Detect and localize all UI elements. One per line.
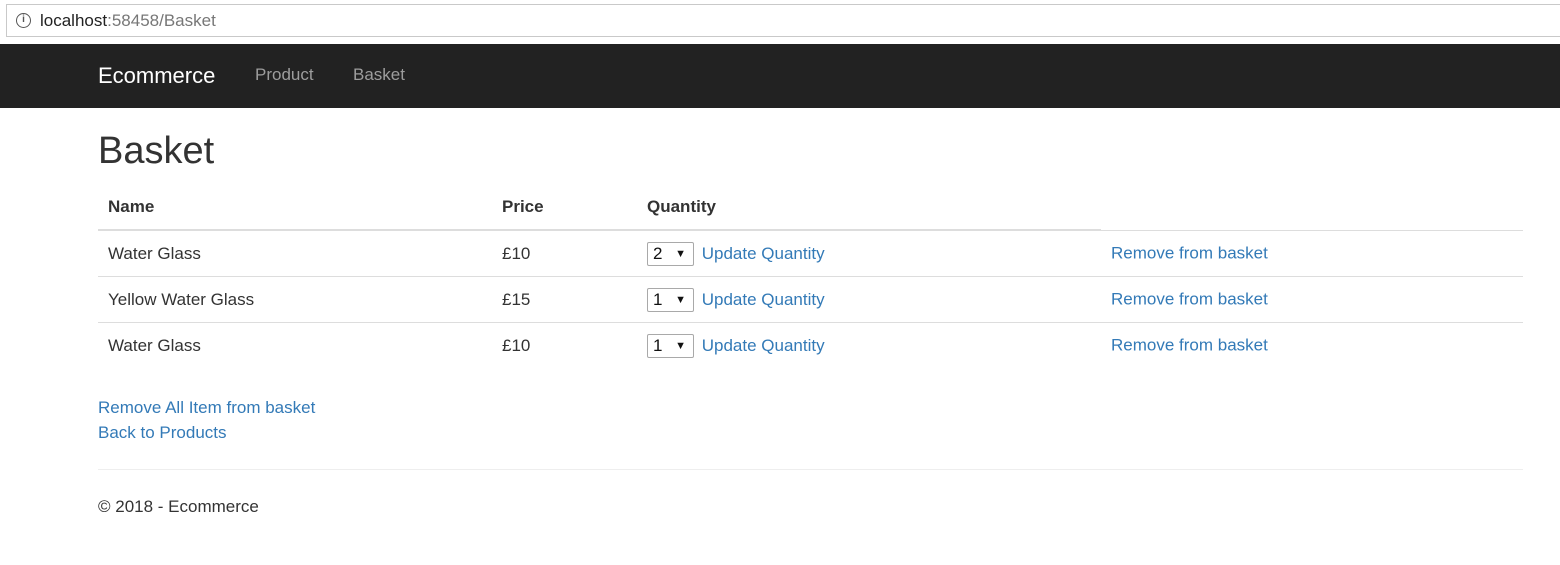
update-quantity-link[interactable]: Update Quantity [702,336,825,355]
quantity-value: 2 [653,243,663,263]
cell-price: £15 [492,276,637,323]
quantity-select[interactable]: 2 ▼ [647,241,694,266]
brand-link[interactable]: Ecommerce [98,63,215,89]
basket-table: Name Price Quantity Water Glass £10 2 ▼ … [98,184,1523,368]
cell-quantity: 1 ▼ Update Quantity [637,323,1101,369]
dropdown-arrow-icon: ▼ [675,293,686,306]
basket-actions: Remove All Item from basket Back to Prod… [98,395,315,445]
cell-actions: Remove from basket [1101,323,1523,369]
table-row: Yellow Water Glass £15 1 ▼ Update Quanti… [98,276,1523,323]
dropdown-arrow-icon: ▼ [675,247,686,260]
quantity-select[interactable]: 1 ▼ [647,333,694,358]
cell-actions: Remove from basket [1101,276,1523,323]
remove-from-basket-link[interactable]: Remove from basket [1111,244,1268,263]
cell-quantity: 1 ▼ Update Quantity [637,276,1101,323]
navbar: Ecommerce Product Basket [0,44,1560,108]
page-title: Basket [98,130,215,172]
quantity-value: 1 [653,289,663,309]
cell-actions: Remove from basket [1101,230,1523,277]
header-quantity: Quantity [637,184,1101,231]
cell-name: Water Glass [98,230,492,277]
remove-from-basket-link[interactable]: Remove from basket [1111,336,1268,355]
back-to-products-link[interactable]: Back to Products [98,420,315,445]
cell-name: Water Glass [108,335,201,355]
cell-name: Yellow Water Glass [98,276,492,323]
remove-all-link[interactable]: Remove All Item from basket [98,395,315,420]
update-quantity-link[interactable]: Update Quantity [702,244,825,263]
quantity-select[interactable]: 1 ▼ [647,287,694,312]
table-row: Water Glass £10 1 ▼ Update Quantity Remo… [98,323,1523,369]
cell-quantity: 2 ▼ Update Quantity [637,230,1101,277]
remove-from-basket-link[interactable]: Remove from basket [1111,290,1268,309]
quantity-value: 1 [653,335,663,355]
url-path: :58458/Basket [107,11,216,30]
cell-price: £10 [502,335,531,355]
header-name: Name [98,184,492,231]
nav-link-basket[interactable]: Basket [353,65,405,85]
table-header-row: Name Price Quantity [98,184,1523,231]
cell-price: £10 [492,230,637,277]
table-row: Water Glass £10 2 ▼ Update Quantity Remo… [98,230,1523,277]
url-host: localhost [40,11,108,30]
header-actions [1101,184,1523,231]
update-quantity-link[interactable]: Update Quantity [702,290,825,309]
dropdown-arrow-icon: ▼ [675,339,686,352]
footer-copyright: © 2018 - Ecommerce [98,497,259,516]
url-text[interactable]: localhost:58458/Basket [40,11,216,31]
address-bar[interactable]: i localhost:58458/Basket [6,4,1560,37]
footer-divider [98,469,1523,470]
info-icon[interactable]: i [16,13,31,28]
header-price: Price [492,184,637,231]
nav-link-product[interactable]: Product [255,65,314,85]
